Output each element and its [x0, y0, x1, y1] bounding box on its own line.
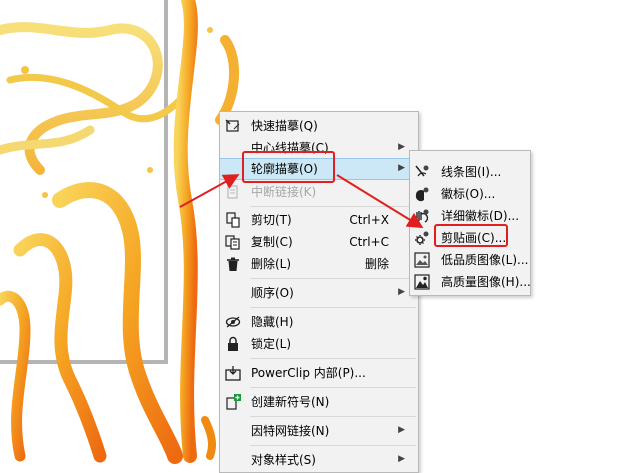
annotation-arrow-left: [179, 174, 240, 208]
annotation-arrows: [179, 174, 424, 229]
annotation-arrow-right: [336, 174, 424, 229]
